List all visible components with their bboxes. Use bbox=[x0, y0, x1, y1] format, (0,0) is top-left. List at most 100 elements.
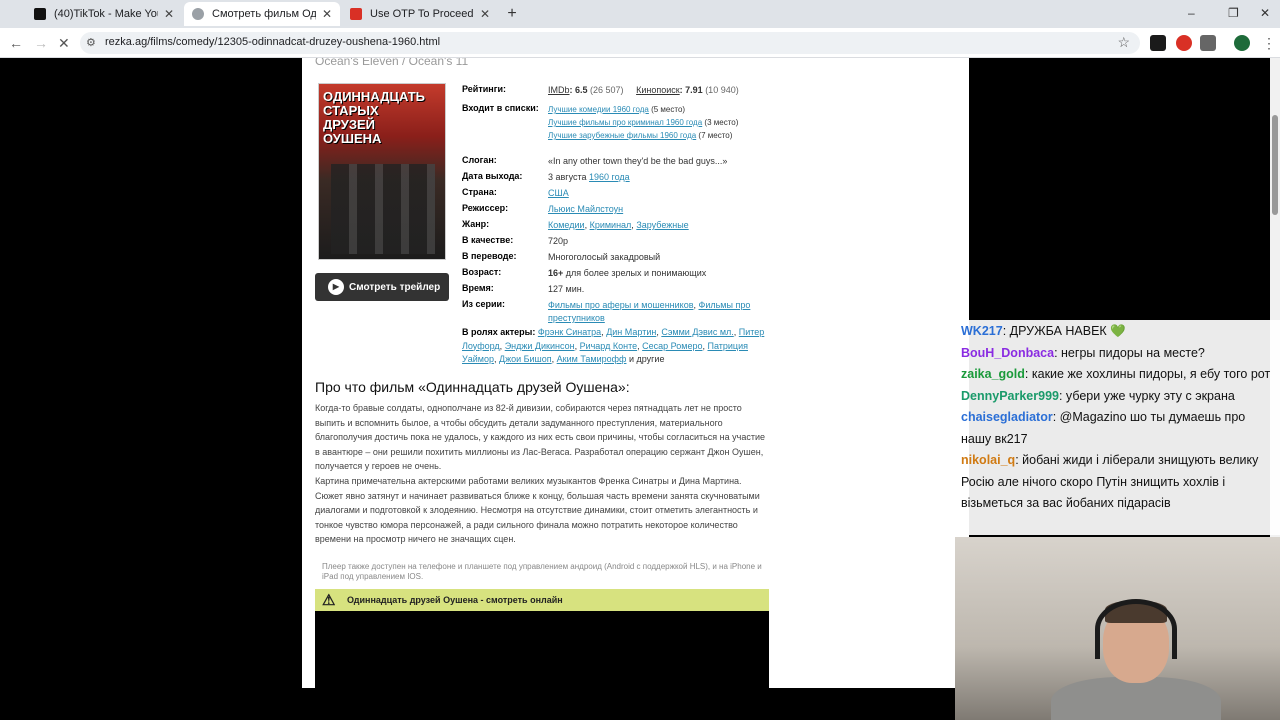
release-value: 3 августа 1960 года bbox=[548, 171, 772, 184]
kinopoisk-rating: : 7.91 bbox=[679, 85, 703, 95]
ratings-value: IMDb: 6.5 (26 507) Кинопоиск: 7.91 (10 9… bbox=[548, 84, 772, 97]
trailer-button-label: Смотреть трейлер bbox=[349, 281, 441, 293]
genre-link[interactable]: Комедии bbox=[548, 220, 585, 230]
actor-link[interactable]: Аким Тамирофф bbox=[557, 354, 627, 364]
extension-icon[interactable] bbox=[1176, 35, 1192, 51]
director-label: Режиссер: bbox=[462, 203, 509, 213]
director-link[interactable]: Льюис Майлстоун bbox=[548, 204, 623, 214]
warning-icon: ⚠ bbox=[322, 592, 336, 609]
video-player[interactable] bbox=[315, 611, 769, 688]
bookmark-star-icon[interactable]: ☆ bbox=[1117, 34, 1130, 51]
kinopoisk-votes: (10 940) bbox=[702, 85, 739, 95]
quality-value: 720p bbox=[548, 236, 569, 246]
scrollbar-thumb[interactable] bbox=[1272, 115, 1278, 215]
back-icon[interactable]: ← bbox=[9, 35, 23, 51]
chat-text: : убери уже чурку эту с экрана bbox=[1058, 388, 1235, 403]
stop-icon[interactable]: ✕ bbox=[58, 35, 70, 52]
url-text[interactable]: rezka.ag/films/comedy/12305-odinnadcat-d… bbox=[105, 36, 440, 48]
chat-username: chaisegladiator bbox=[961, 410, 1053, 424]
player-header: ⚠ Одиннадцать друзей Оушена - смотреть о… bbox=[315, 589, 769, 611]
actors-label: В ролях актеры: bbox=[462, 327, 536, 337]
about-paragraph: Картина примечательна актерскими работам… bbox=[315, 475, 760, 545]
original-title: Ocean's Eleven / Ocean's 11 bbox=[315, 58, 469, 68]
stream-bottom-bar bbox=[0, 688, 955, 720]
site-info-icon[interactable]: ⚙ bbox=[86, 36, 96, 49]
translation-label: В переводе: bbox=[462, 251, 517, 261]
tab-strip: (40)TikTok - Make Your Day ✕ Смотреть фи… bbox=[0, 0, 1280, 28]
chat-message: zaika_gold: какие же хохлины пидоры, я е… bbox=[961, 364, 1276, 386]
close-window-button[interactable]: ✕ bbox=[1260, 6, 1270, 20]
tab-title: Use OTP To Proceed - tuman14... bbox=[370, 8, 474, 20]
tab-tiktok[interactable]: (40)TikTok - Make Your Day ✕ bbox=[26, 2, 182, 26]
list-place: (3 место) bbox=[702, 118, 739, 127]
lists-label: Входит в списки: bbox=[462, 103, 539, 113]
new-tab-button[interactable]: + bbox=[503, 5, 521, 23]
list-link[interactable]: Лучшие комедии 1960 года bbox=[548, 105, 649, 114]
imdb-votes: (26 507) bbox=[587, 85, 624, 95]
chat-username: DennyParker999 bbox=[961, 388, 1059, 403]
menu-icon[interactable]: ⋮ bbox=[1262, 35, 1276, 52]
tab-gmail[interactable]: Use OTP To Proceed - tuman14... ✕ bbox=[342, 2, 498, 26]
tab-title: Смотреть фильм Одиннадцать... bbox=[212, 8, 316, 20]
country-link[interactable]: США bbox=[548, 188, 569, 198]
close-icon[interactable]: ✕ bbox=[480, 7, 490, 21]
series-value: Фильмы про аферы и мошенников, Фильмы пр… bbox=[548, 300, 751, 323]
restore-button[interactable]: ❐ bbox=[1228, 6, 1239, 20]
poster-image bbox=[331, 164, 435, 254]
extensions-puzzle-icon[interactable] bbox=[1200, 35, 1216, 51]
chat-username: WK217 bbox=[961, 324, 1003, 338]
age-label: Возраст: bbox=[462, 267, 502, 277]
chat-username: nikolai_q bbox=[961, 453, 1016, 467]
list-link[interactable]: Лучшие зарубежные фильмы 1960 года bbox=[548, 131, 696, 140]
chat-username: BouH_Donbaca bbox=[961, 345, 1055, 360]
actor-link[interactable]: Сэмми Дэвис мл. bbox=[661, 327, 733, 337]
chat-username: zaika_gold bbox=[961, 367, 1025, 381]
stream-chat: WK217: ДРУЖБА НАВЕК 💚 BouH_Donbaca: негр… bbox=[955, 320, 1280, 535]
profile-avatar[interactable] bbox=[1234, 35, 1250, 51]
genre-link[interactable]: Зарубежные bbox=[636, 220, 688, 230]
gmail-icon bbox=[350, 8, 362, 20]
translation-value: Многоголосый закадровый bbox=[548, 252, 661, 262]
chat-message: chaisegladiator: @Magazino шо ты думаешь… bbox=[961, 407, 1276, 450]
actor-link[interactable]: Дин Мартин bbox=[606, 327, 656, 337]
webcam-overlay bbox=[955, 537, 1280, 720]
imdb-link[interactable]: IMDb bbox=[548, 85, 570, 95]
actors-list: В ролях актеры: Фрэнк Синатра, Дин Марти… bbox=[462, 327, 765, 364]
release-year-link[interactable]: 1960 года bbox=[589, 172, 630, 182]
tiktok-icon bbox=[34, 8, 46, 20]
age-value: 16+ для более зрелых и понимающих bbox=[548, 267, 772, 280]
imdb-rating: : 6.5 bbox=[569, 85, 588, 95]
kinopoisk-link[interactable]: Кинопоиск bbox=[636, 85, 680, 95]
series-link[interactable]: Фильмы про аферы и мошенников bbox=[548, 300, 693, 310]
close-icon[interactable]: ✕ bbox=[164, 7, 174, 21]
list-link[interactable]: Лучшие фильмы про криминал 1960 года bbox=[548, 118, 702, 127]
genre-link[interactable]: Криминал bbox=[590, 220, 632, 230]
actor-link[interactable]: Энджи Дикинсон bbox=[505, 341, 575, 351]
film-content: Ocean's Eleven / Ocean's 11 ОДИННАДЦАТЬ … bbox=[302, 58, 969, 688]
omnibox[interactable]: ⚙ rezka.ag/films/comedy/12305-odinnadcat… bbox=[80, 32, 1140, 54]
ratings-label: Рейтинги: bbox=[462, 84, 506, 94]
close-icon[interactable]: ✕ bbox=[322, 7, 332, 21]
extension-icon[interactable] bbox=[1150, 35, 1166, 51]
release-day: 3 августа bbox=[548, 172, 590, 182]
chat-message: WK217: ДРУЖБА НАВЕК 💚 bbox=[961, 321, 1276, 343]
quality-label: В качестве: bbox=[462, 235, 514, 245]
chat-text: : негры пидоры на месте? bbox=[1054, 345, 1205, 360]
lists-value: Лучшие комедии 1960 года (5 место) Лучши… bbox=[548, 103, 772, 142]
forward-icon[interactable]: → bbox=[34, 35, 48, 51]
poster-title: ОДИННАДЦАТЬ СТАРЫХ ДРУЗЕЙ ОУШЕНА bbox=[323, 89, 425, 146]
chat-message: BouH_Donbaca: негры пидоры на месте? bbox=[961, 343, 1276, 365]
minimize-button[interactable]: – bbox=[1188, 6, 1195, 20]
country-label: Страна: bbox=[462, 187, 497, 197]
actor-link[interactable]: Ричард Конте bbox=[580, 341, 638, 351]
chat-message: nikolai_q: йобані жиди і лiберали знищую… bbox=[961, 450, 1276, 515]
chat-text: : какие же хохлины пидоры, я ебу того ро… bbox=[1024, 367, 1271, 381]
address-bar-row: ← → ✕ ⚙ rezka.ag/films/comedy/12305-odin… bbox=[0, 28, 1280, 58]
actor-link[interactable]: Сесар Ромеро bbox=[642, 341, 702, 351]
actor-link[interactable]: Джои Бишоп bbox=[499, 354, 552, 364]
actor-link[interactable]: Фрэнк Синатра bbox=[538, 327, 601, 337]
tab-title: (40)TikTok - Make Your Day bbox=[54, 8, 158, 20]
film-poster[interactable]: ОДИННАДЦАТЬ СТАРЫХ ДРУЗЕЙ ОУШЕНА bbox=[318, 83, 446, 260]
trailer-button[interactable]: ▶ Смотреть трейлер bbox=[315, 273, 449, 301]
tab-rezka[interactable]: Смотреть фильм Одиннадцать... ✕ bbox=[184, 2, 340, 26]
